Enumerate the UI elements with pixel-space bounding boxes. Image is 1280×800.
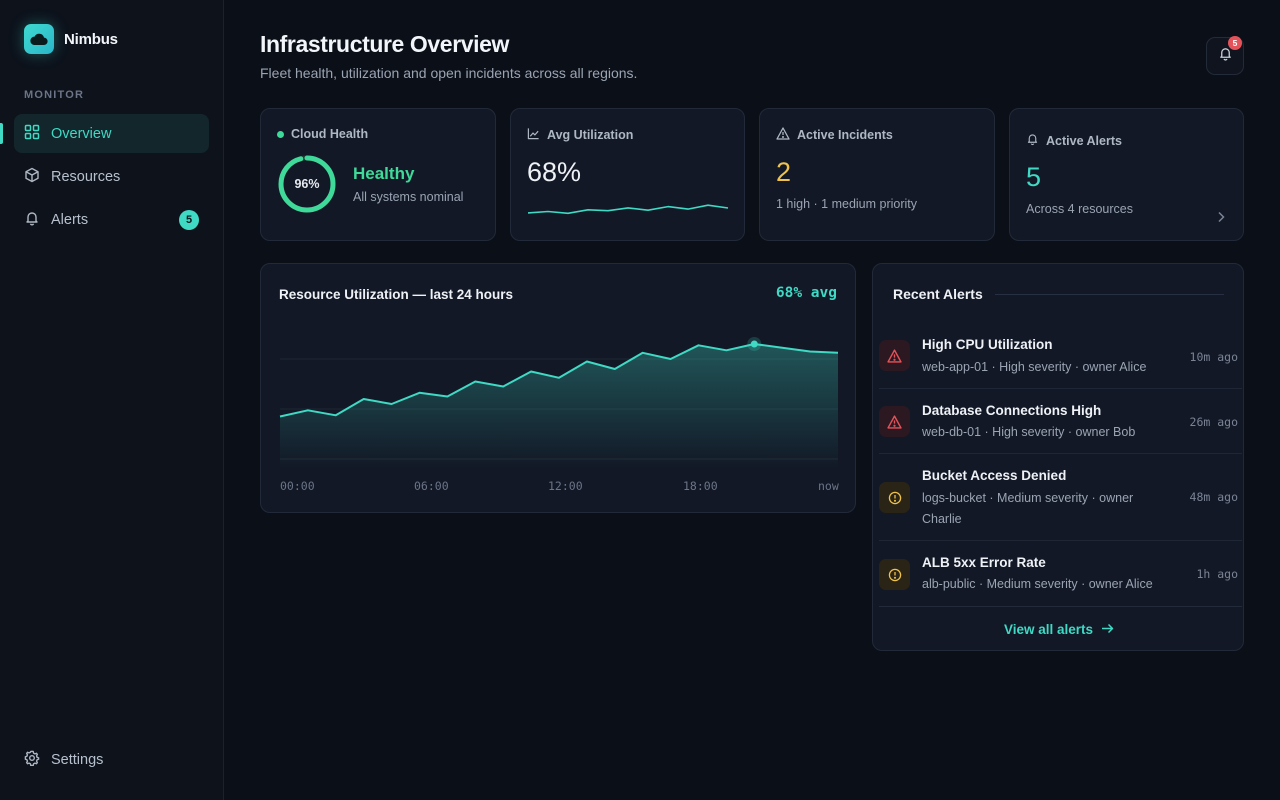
cloud-logo-icon	[24, 24, 54, 54]
nav-section-label: MONITOR	[24, 89, 85, 101]
peak-marker	[750, 340, 758, 348]
alert-circle-icon	[879, 482, 910, 513]
grid-icon	[24, 124, 40, 144]
view-all-label: View all alerts	[1003, 622, 1094, 637]
sidebar-item-resources[interactable]: Resources	[14, 157, 209, 196]
alert-title: Database Connections High	[922, 403, 1102, 418]
sidebar: Nimbus MONITOR Overview Resources Alerts…	[0, 0, 224, 800]
health-note: All systems nominal	[353, 190, 464, 204]
bell-icon	[24, 210, 40, 230]
card-label: Avg Utilization	[547, 128, 634, 142]
card-header: Active Incidents	[776, 127, 893, 143]
card-header: Avg Utilization	[527, 127, 633, 143]
resource-utilization-chart: Resource Utilization — last 24 hours 68%…	[260, 263, 856, 513]
alert-item[interactable]: Database Connections High web-db-01 · Hi…	[879, 389, 1242, 454]
alert-title: ALB 5xx Error Rate	[922, 555, 1046, 570]
utilization-sparkline	[527, 204, 729, 215]
avg-utilization-card: Avg Utilization 68%	[510, 108, 745, 241]
card-label: Cloud Health	[291, 127, 369, 141]
sidebar-item-settings[interactable]: Settings	[24, 750, 103, 770]
panel-title: Recent Alerts	[893, 286, 983, 302]
x-tick-label: 00:00	[280, 479, 315, 493]
warning-triangle-icon	[776, 127, 790, 143]
alert-title: Bucket Access Denied	[922, 468, 1067, 483]
alert-meta: alb-public · Medium severity · owner Ali…	[922, 577, 1153, 591]
brand[interactable]: Nimbus	[24, 24, 118, 54]
card-label: Active Alerts	[1046, 133, 1122, 148]
arrow-right-icon	[1101, 622, 1114, 637]
utilization-area-plot	[279, 337, 839, 469]
alert-time: 26m ago	[1189, 415, 1238, 429]
status-dot-icon	[277, 130, 284, 138]
sidebar-nav: Overview Resources Alerts 5	[0, 114, 209, 243]
x-tick-label: 12:00	[548, 479, 583, 493]
sidebar-item-label: Resources	[51, 168, 121, 185]
warning-triangle-icon	[879, 406, 910, 437]
card-header: Active Alerts	[1026, 132, 1122, 149]
alert-time: 48m ago	[1189, 490, 1238, 504]
sidebar-item-label: Alerts	[51, 211, 89, 228]
card-label: Active Incidents	[797, 128, 893, 142]
alert-item[interactable]: High CPU Utilization web-app-01 · High s…	[879, 324, 1242, 389]
alert-meta: web-db-01 · High severity · owner Bob	[922, 425, 1136, 439]
chevron-right-icon[interactable]	[1217, 210, 1225, 228]
divider	[995, 294, 1224, 295]
health-status: Healthy	[353, 164, 415, 183]
alerts-count-badge: 5	[179, 210, 199, 230]
recent-alerts-panel: Recent Alerts High CPU Utilization web-a…	[872, 263, 1244, 651]
alert-time: 10m ago	[1189, 350, 1238, 364]
cube-icon	[24, 167, 40, 187]
app-name: Nimbus	[64, 30, 118, 48]
alert-circle-icon	[879, 559, 910, 590]
alert-title: High CPU Utilization	[922, 337, 1053, 352]
alert-meta: web-app-01 · High severity · owner Alice	[922, 360, 1147, 374]
x-tick-label: now	[818, 479, 839, 493]
cloud-health-card: Cloud Health 96% Healthy All systems nom…	[260, 108, 496, 241]
incidents-detail: 1 high · 1 medium priority	[776, 197, 918, 211]
active-incidents-card: Active Incidents 2 1 high · 1 medium pri…	[759, 108, 995, 241]
card-header: Cloud Health	[277, 127, 368, 141]
bell-icon	[1026, 132, 1039, 149]
alert-time: 1h ago	[1196, 567, 1238, 581]
notifications-button[interactable]: 5	[1206, 36, 1244, 75]
x-tick-label: 06:00	[414, 479, 449, 493]
page-title: Infrastructure Overview	[260, 31, 510, 57]
health-score-value: 96%	[294, 177, 320, 191]
view-all-alerts-link[interactable]: View all alerts	[873, 607, 1243, 650]
sidebar-item-alerts[interactable]: Alerts 5	[14, 200, 209, 239]
sidebar-item-overview[interactable]: Overview	[0, 114, 209, 153]
sidebar-item-label: Overview	[51, 125, 112, 142]
gear-icon	[24, 750, 40, 770]
page-subtitle: Fleet health, utilization and open incid…	[260, 65, 638, 81]
x-tick-label: 18:00	[683, 479, 718, 493]
incidents-value: 2	[776, 157, 792, 187]
alert-item[interactable]: ALB 5xx Error Rate alb-public · Medium s…	[879, 541, 1242, 607]
bell-icon	[1218, 46, 1233, 66]
alert-meta: logs-bucket · Medium severity · owner Ch…	[922, 491, 1134, 526]
utilization-value: 68%	[527, 157, 582, 187]
alert-item[interactable]: Bucket Access Denied logs-bucket · Mediu…	[879, 454, 1242, 541]
line-chart-icon	[527, 127, 540, 143]
warning-triangle-icon	[879, 340, 910, 371]
notification-count-badge: 5	[1228, 36, 1242, 50]
settings-label: Settings	[51, 752, 104, 768]
active-alerts-card[interactable]: Active Alerts 5 Across 4 resources	[1009, 108, 1244, 241]
alerts-value: 5	[1026, 162, 1042, 192]
alerts-detail: Across 4 resources	[1026, 202, 1133, 216]
